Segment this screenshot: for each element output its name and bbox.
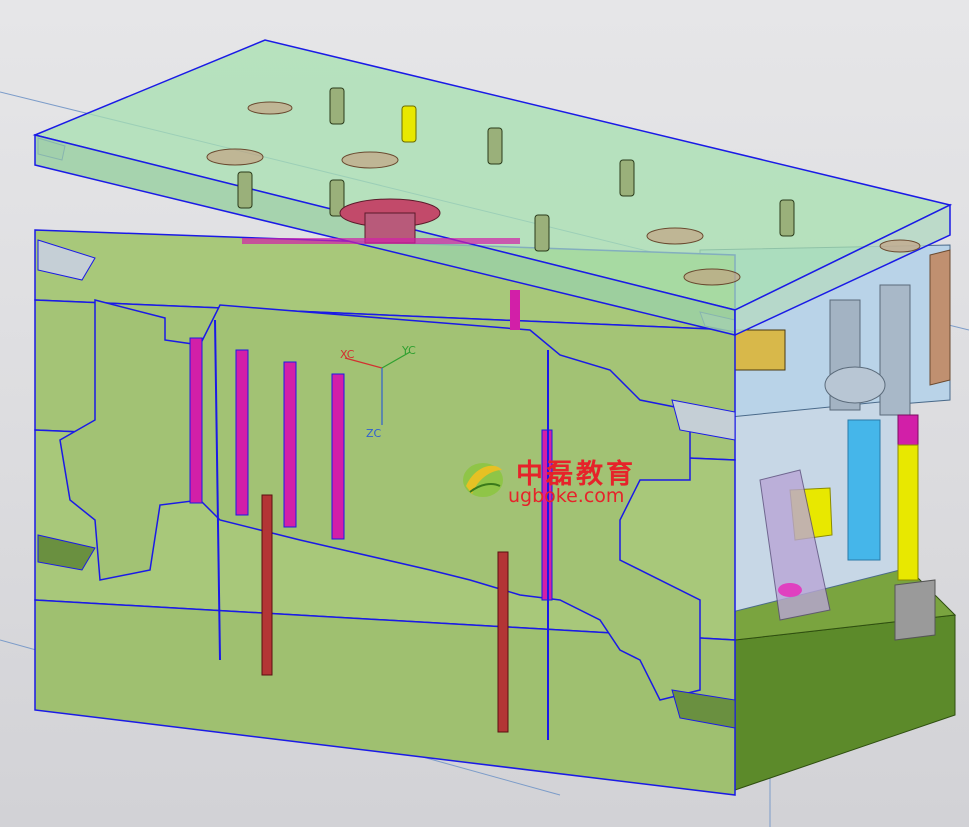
axis-y-label: YC — [401, 344, 416, 357]
axis-z-label: ZC — [366, 427, 382, 440]
axis-x-label: XC — [340, 348, 355, 361]
watermark-url: ugboke.com — [508, 485, 625, 507]
leaf-swirl-logo-icon — [463, 463, 503, 497]
mold-model: XC YC ZC — [0, 39, 969, 827]
cad-viewport[interactable]: XC YC ZC 中磊教育 ugboke.com — [0, 0, 969, 827]
